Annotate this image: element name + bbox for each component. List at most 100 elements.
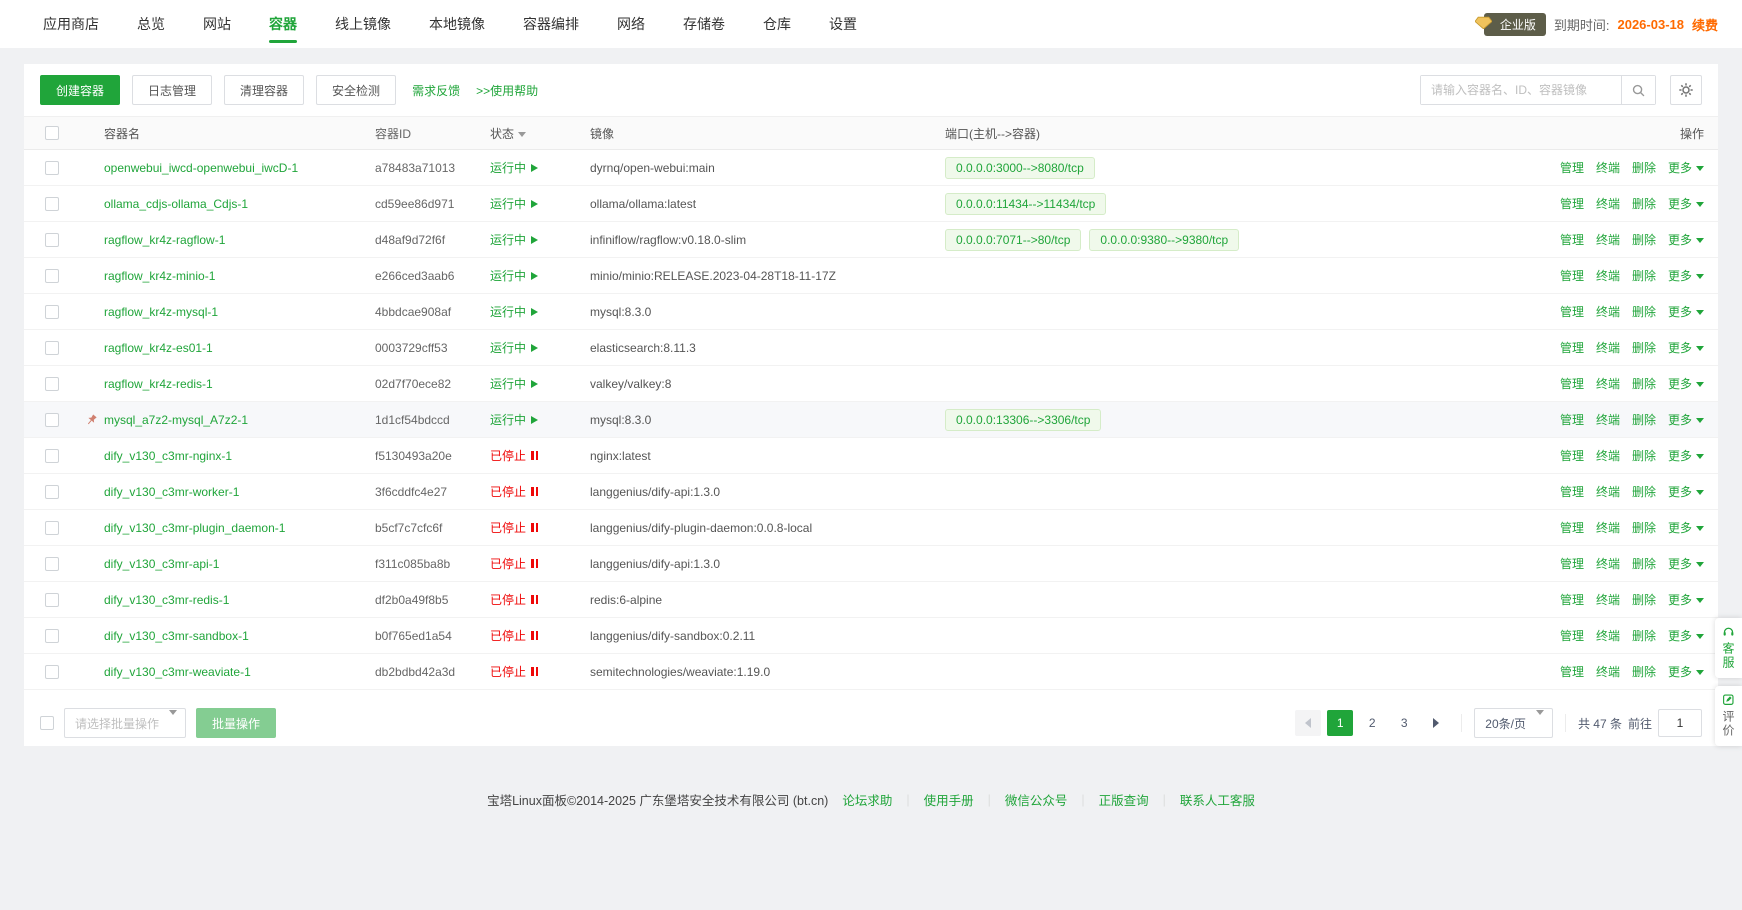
footer-link-1[interactable]: 论坛求助 [842,790,892,809]
action-manage-link[interactable]: 管理 [1560,231,1584,248]
action-more-link[interactable]: 更多 [1668,339,1704,356]
action-delete-link[interactable]: 删除 [1632,663,1656,680]
row-checkbox[interactable] [45,377,59,391]
row-checkbox[interactable] [45,413,59,427]
action-manage-link[interactable]: 管理 [1560,447,1584,464]
action-delete-link[interactable]: 删除 [1632,447,1656,464]
action-more-link[interactable]: 更多 [1668,375,1704,392]
action-manage-link[interactable]: 管理 [1560,303,1584,320]
row-checkbox[interactable] [45,557,59,571]
settings-button[interactable] [1670,75,1702,105]
row-checkbox[interactable] [45,269,59,283]
status-filter[interactable]: 状态 [490,125,526,142]
row-checkbox[interactable] [45,341,59,355]
action-terminal-link[interactable]: 终端 [1596,375,1620,392]
batch-select-checkbox[interactable] [40,716,54,730]
action-delete-link[interactable]: 删除 [1632,375,1656,392]
batch-action-select[interactable]: 请选择批量操作 [64,708,186,738]
action-terminal-link[interactable]: 终端 [1596,231,1620,248]
action-terminal-link[interactable]: 终端 [1596,663,1620,680]
row-checkbox[interactable] [45,629,59,643]
container-name-link[interactable]: dify_v130_c3mr-redis-1 [104,593,229,607]
page-button-2[interactable]: 2 [1359,710,1385,736]
action-more-link[interactable]: 更多 [1668,303,1704,320]
action-more-link[interactable]: 更多 [1668,483,1704,500]
container-name-link[interactable]: dify_v130_c3mr-api-1 [104,557,219,571]
clean-container-button[interactable]: 清理容器 [224,75,304,105]
action-delete-link[interactable]: 删除 [1632,231,1656,248]
nav-tab-容器[interactable]: 容器 [250,0,316,48]
action-terminal-link[interactable]: 终端 [1596,447,1620,464]
action-delete-link[interactable]: 删除 [1632,159,1656,176]
action-more-link[interactable]: 更多 [1668,519,1704,536]
search-input[interactable] [1421,76,1621,104]
action-manage-link[interactable]: 管理 [1560,159,1584,176]
footer-link-2[interactable]: 使用手册 [924,790,974,809]
action-more-link[interactable]: 更多 [1668,159,1704,176]
action-terminal-link[interactable]: 终端 [1596,519,1620,536]
action-more-link[interactable]: 更多 [1668,195,1704,212]
container-name-link[interactable]: ragflow_kr4z-minio-1 [104,269,215,283]
container-name-link[interactable]: mysql_a7z2-mysql_A7z2-1 [104,413,248,427]
container-name-link[interactable]: dify_v130_c3mr-worker-1 [104,485,239,499]
customer-service-widget[interactable]: 客服 [1715,618,1742,678]
container-name-link[interactable]: ragflow_kr4z-es01-1 [104,341,213,355]
row-checkbox[interactable] [45,593,59,607]
action-delete-link[interactable]: 删除 [1632,483,1656,500]
nav-tab-存储卷[interactable]: 存储卷 [664,0,744,48]
feedback-link[interactable]: 需求反馈 [412,82,460,99]
action-more-link[interactable]: 更多 [1668,231,1704,248]
review-widget[interactable]: 评价 [1715,686,1742,746]
page-button-1[interactable]: 1 [1327,710,1353,736]
help-link[interactable]: >>使用帮助 [476,82,538,99]
container-name-link[interactable]: ragflow_kr4z-ragflow-1 [104,233,225,247]
container-name-link[interactable]: ragflow_kr4z-mysql-1 [104,305,218,319]
container-name-link[interactable]: openwebui_iwcd-openwebui_iwcD-1 [104,161,298,175]
container-name-link[interactable]: dify_v130_c3mr-nginx-1 [104,449,232,463]
action-manage-link[interactable]: 管理 [1560,267,1584,284]
nav-tab-设置[interactable]: 设置 [810,0,876,48]
action-manage-link[interactable]: 管理 [1560,627,1584,644]
footer-link-4[interactable]: 正版查询 [1099,790,1149,809]
page-size-select[interactable]: 20条/页 [1474,708,1553,738]
action-more-link[interactable]: 更多 [1668,627,1704,644]
action-manage-link[interactable]: 管理 [1560,195,1584,212]
action-manage-link[interactable]: 管理 [1560,555,1584,572]
create-container-button[interactable]: 创建容器 [40,75,120,105]
container-name-link[interactable]: dify_v130_c3mr-weaviate-1 [104,665,251,679]
action-delete-link[interactable]: 删除 [1632,303,1656,320]
action-delete-link[interactable]: 删除 [1632,591,1656,608]
row-checkbox[interactable] [45,485,59,499]
row-checkbox[interactable] [45,449,59,463]
action-delete-link[interactable]: 删除 [1632,267,1656,284]
action-delete-link[interactable]: 删除 [1632,627,1656,644]
action-manage-link[interactable]: 管理 [1560,519,1584,536]
row-checkbox[interactable] [45,665,59,679]
action-terminal-link[interactable]: 终端 [1596,411,1620,428]
batch-apply-button[interactable]: 批量操作 [196,708,276,738]
action-more-link[interactable]: 更多 [1668,447,1704,464]
action-more-link[interactable]: 更多 [1668,591,1704,608]
action-more-link[interactable]: 更多 [1668,555,1704,572]
search-button[interactable] [1621,76,1655,104]
row-checkbox[interactable] [45,305,59,319]
action-delete-link[interactable]: 删除 [1632,195,1656,212]
goto-page-input[interactable] [1658,709,1702,737]
nav-tab-应用商店[interactable]: 应用商店 [24,0,118,48]
page-button-3[interactable]: 3 [1391,710,1417,736]
action-delete-link[interactable]: 删除 [1632,555,1656,572]
action-manage-link[interactable]: 管理 [1560,375,1584,392]
action-manage-link[interactable]: 管理 [1560,483,1584,500]
action-delete-link[interactable]: 删除 [1632,411,1656,428]
action-terminal-link[interactable]: 终端 [1596,483,1620,500]
nav-tab-仓库[interactable]: 仓库 [744,0,810,48]
renew-link[interactable]: 续费 [1692,15,1718,34]
action-terminal-link[interactable]: 终端 [1596,159,1620,176]
nav-tab-网站[interactable]: 网站 [184,0,250,48]
nav-tab-网络[interactable]: 网络 [598,0,664,48]
container-name-link[interactable]: dify_v130_c3mr-plugin_daemon-1 [104,521,285,535]
action-terminal-link[interactable]: 终端 [1596,339,1620,356]
action-more-link[interactable]: 更多 [1668,411,1704,428]
action-terminal-link[interactable]: 终端 [1596,303,1620,320]
action-terminal-link[interactable]: 终端 [1596,267,1620,284]
